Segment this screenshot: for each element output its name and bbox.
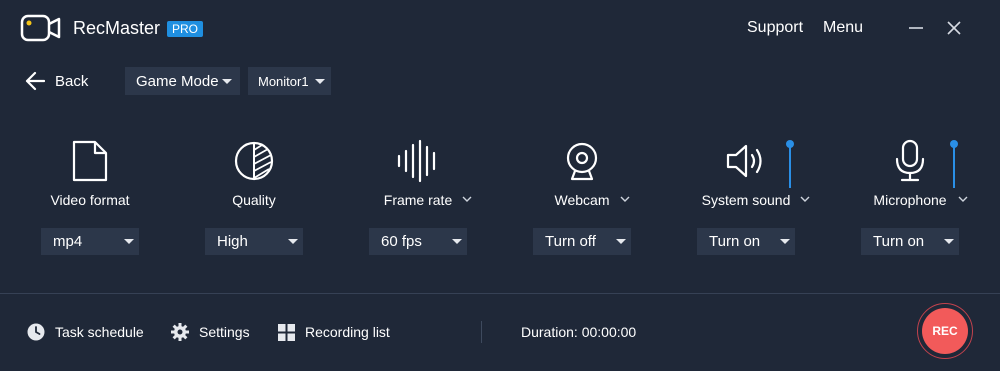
divider [0,293,1000,294]
frame-rate-chevron-icon[interactable] [462,196,472,203]
chevron-down-icon [222,79,232,84]
quality-label: Quality [232,192,276,208]
video-format-value: mp4 [53,233,83,250]
quality-select[interactable]: High [205,228,303,255]
grid-icon [278,323,295,341]
app-name: RecMaster [73,18,161,38]
back-button[interactable]: Back [25,69,88,93]
frame-rate-label: Frame rate [383,192,453,208]
task-schedule-button[interactable]: Task schedule [27,322,144,342]
settings-label: Settings [199,324,250,340]
microphone-chevron-icon[interactable] [958,196,968,203]
pro-badge: PRO [167,21,204,37]
quality-value: High [217,233,248,250]
webcam-value: Turn off [545,233,596,250]
system-sound-select[interactable]: Turn on [697,228,795,255]
close-icon[interactable] [942,14,966,42]
microphone-value: Turn on [873,233,925,250]
settings-button[interactable]: Settings [171,322,250,342]
game-mode-dropdown[interactable]: Game Mode [125,67,240,95]
task-schedule-label: Task schedule [55,324,144,340]
video-format-label: Video format [50,192,130,208]
frame-rate-select[interactable]: 60 fps [369,228,467,255]
monitor-dropdown[interactable]: Monitor1 [248,67,331,95]
webcam-select[interactable]: Turn off [533,228,631,255]
frame-rate-value: 60 fps [381,233,422,250]
support-link[interactable]: Support [747,19,803,37]
duration-display: Duration: 00:00:00 [521,324,637,340]
game-mode-value: Game Mode [136,72,219,90]
microphone-volume-slider[interactable] [949,140,959,188]
gear-icon [171,323,189,341]
recmaster-logo-icon [20,14,61,42]
slider-knob[interactable] [950,140,958,148]
webcam-chevron-icon[interactable] [620,196,630,203]
chevron-down-icon [616,239,626,244]
webcam-label: Webcam [554,192,610,208]
slider-knob[interactable] [786,140,794,148]
video-format-select[interactable]: mp4 [41,228,139,255]
quality-icon [234,141,274,181]
clock-icon [27,323,45,341]
microphone-label: Microphone [873,192,947,208]
microphone-icon [895,139,925,182]
waveform-icon [397,139,436,183]
menu-link[interactable]: Menu [823,19,863,37]
monitor-value: Monitor1 [258,73,309,89]
system-sound-chevron-icon[interactable] [800,196,810,203]
microphone-select[interactable]: Turn on [861,228,959,255]
back-label: Back [55,72,89,90]
system-sound-label: System sound [701,192,791,208]
chevron-down-icon [315,79,325,84]
bottom-divider [481,321,482,343]
system-sound-volume-slider[interactable] [785,140,795,188]
system-sound-value: Turn on [709,233,761,250]
chevron-down-icon [780,239,790,244]
speaker-icon [726,144,762,178]
minimize-icon[interactable] [904,14,928,42]
rec-button[interactable]: REC [922,308,968,354]
chevron-down-icon [124,239,134,244]
file-icon [72,140,108,182]
recording-list-button[interactable]: Recording list [278,322,390,342]
chevron-down-icon [288,239,298,244]
webcam-icon [566,142,598,181]
arrow-left-icon [25,71,45,91]
chevron-down-icon [944,239,954,244]
recording-list-label: Recording list [305,324,390,340]
chevron-down-icon [452,239,462,244]
